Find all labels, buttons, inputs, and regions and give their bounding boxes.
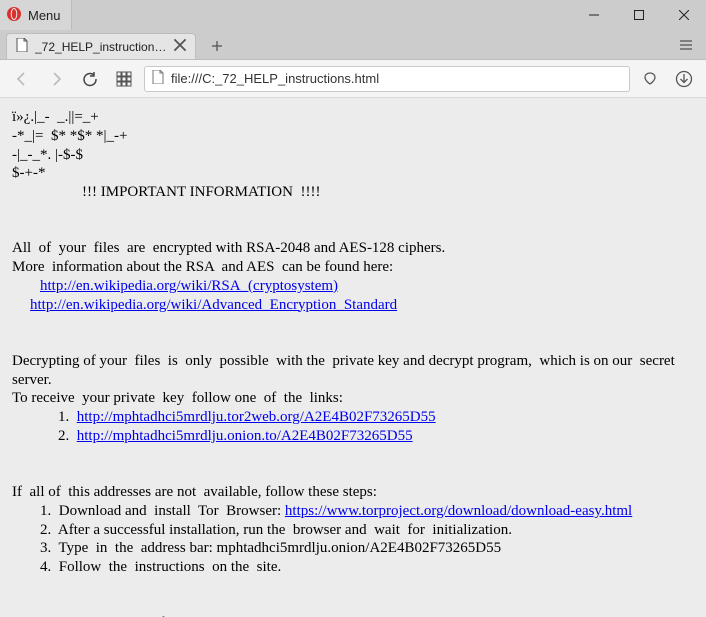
maximize-button[interactable] xyxy=(616,0,661,30)
tab[interactable]: _72_HELP_instructions.htm xyxy=(6,33,196,59)
opera-icon xyxy=(6,6,22,25)
close-icon[interactable] xyxy=(173,38,187,55)
paragraph: To receive your private key follow one o… xyxy=(12,390,343,406)
step-text: 4. Follow the instructions on the site. xyxy=(12,558,694,577)
link-onion-2[interactable]: http://mphtadhci5mrdlju.onion.to/A2E4B02… xyxy=(77,428,413,444)
step-text: 2. After a successful installation, run … xyxy=(12,521,694,540)
customize-button[interactable] xyxy=(672,31,700,59)
window-controls xyxy=(571,0,706,30)
link-onion-1[interactable]: http://mphtadhci5mrdlju.tor2web.org/A2E4… xyxy=(77,409,436,425)
link-rsa-wikipedia[interactable]: http://en.wikipedia.org/wiki/RSA_(crypto… xyxy=(40,278,338,294)
step-text: 1. Download and install Tor Browser: xyxy=(40,503,285,519)
paragraph: More information about the RSA and AES c… xyxy=(12,259,393,275)
link-tor-download[interactable]: https://www.torproject.org/download/down… xyxy=(285,503,632,519)
file-icon xyxy=(151,70,165,87)
link-aes-wikipedia[interactable]: http://en.wikipedia.org/wiki/Advanced_En… xyxy=(30,297,397,313)
back-button[interactable] xyxy=(8,65,36,93)
toolbar: file:///C:_72_HELP_instructions.html xyxy=(0,60,706,98)
new-tab-button[interactable] xyxy=(204,33,230,59)
tab-title: _72_HELP_instructions.htm xyxy=(35,40,167,54)
paragraph: If all of this addresses are not availab… xyxy=(12,484,377,500)
url-text: file:///C:_72_HELP_instructions.html xyxy=(171,71,379,86)
ascii-art-top: ï»¿.|_- _.||=_+ -*_|= $* *$* *|_-+ -|_-_… xyxy=(12,109,127,181)
tab-strip: _72_HELP_instructions.htm xyxy=(0,30,706,60)
paragraph: All of your files are encrypted with RSA… xyxy=(12,240,445,256)
page-content: ï»¿.|_- _.||=_+ -*_|= $* *$* *|_-+ -|_-_… xyxy=(0,98,706,617)
reload-button[interactable] xyxy=(76,65,104,93)
paragraph: Decrypting of your files is only possibl… xyxy=(12,353,682,388)
address-bar[interactable]: file:///C:_72_HELP_instructions.html xyxy=(144,66,630,92)
important-heading: !!! IMPORTANT INFORMATION !!!! xyxy=(12,183,694,202)
close-button[interactable] xyxy=(661,0,706,30)
forward-button[interactable] xyxy=(42,65,70,93)
menu-button[interactable]: Menu xyxy=(0,0,72,30)
list-number: 1. xyxy=(58,409,77,425)
bookmark-button[interactable] xyxy=(636,65,664,93)
downloads-button[interactable] xyxy=(670,65,698,93)
titlebar-drag-area[interactable] xyxy=(72,0,571,30)
speed-dial-button[interactable] xyxy=(110,65,138,93)
menu-label: Menu xyxy=(28,8,61,23)
minimize-button[interactable] xyxy=(571,0,616,30)
file-icon xyxy=(15,38,29,55)
step-text: 3. Type in the address bar: mphtadhci5mr… xyxy=(12,539,694,558)
window-titlebar: Menu xyxy=(0,0,706,30)
list-number: 2. xyxy=(58,428,77,444)
